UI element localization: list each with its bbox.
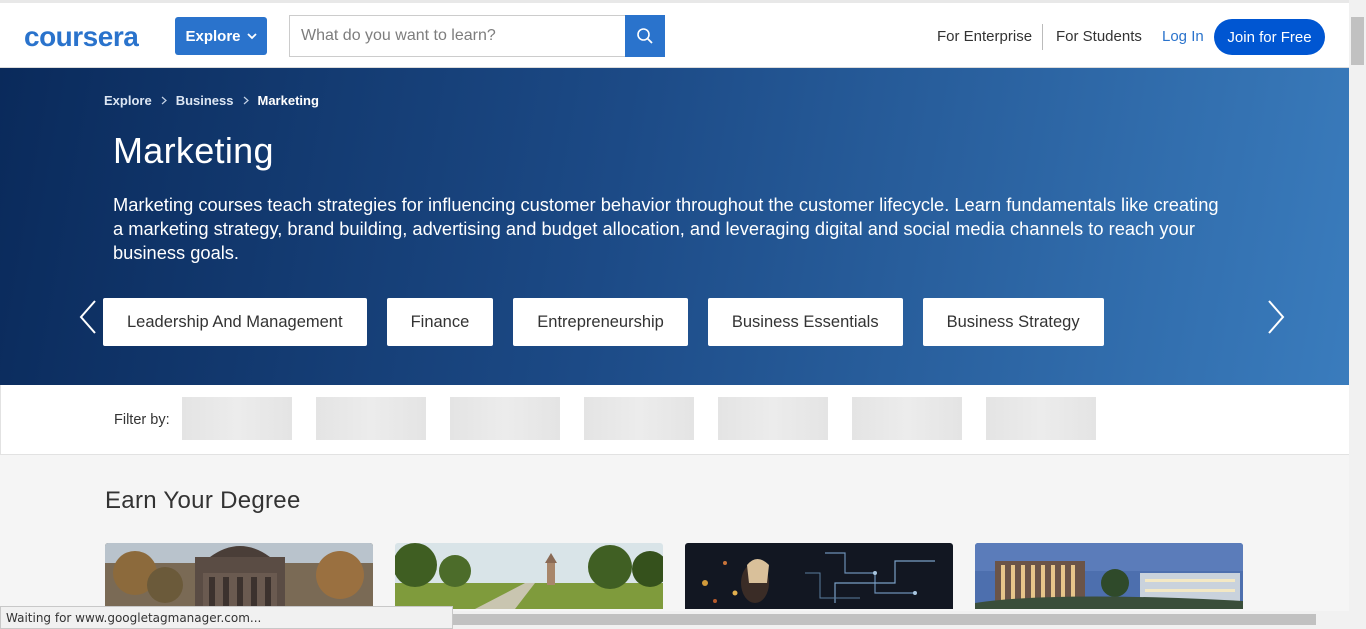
filter-placeholder [584,397,694,440]
nav-for-enterprise[interactable]: For Enterprise [937,17,1032,55]
modern-campus-night-image [975,543,1243,609]
filter-bar: Filter by: [0,385,1349,455]
join-for-free-button[interactable]: Join for Free [1214,19,1325,55]
horizontal-scrollbar-thumb[interactable] [453,614,1316,625]
page: coursera Explore For Enterprise For Stud… [0,0,1366,629]
degree-card-image[interactable] [685,543,953,609]
page-description: Marketing courses teach strategies for i… [113,194,1219,263]
filter-placeholder [718,397,828,440]
person-city-lights-image [685,543,953,609]
vertical-scrollbar[interactable] [1349,0,1366,611]
browser-status-bar: Waiting for www.googletagmanager.com... [0,606,453,629]
nav-divider [1042,24,1043,50]
degree-card-image[interactable] [105,543,373,609]
search-input[interactable] [289,15,625,57]
chevron-down-icon [246,32,257,39]
chevron-right-icon [243,94,249,108]
degree-card-image[interactable] [395,543,663,609]
filter-label: Filter by: [114,412,170,428]
vertical-scrollbar-thumb[interactable] [1351,17,1364,65]
hero-banner: Explore Business Marketing Marketing Mar… [0,68,1349,385]
page-title: Marketing [113,130,274,171]
explore-button[interactable]: Explore [175,17,267,55]
filter-placeholder [986,397,1096,440]
breadcrumb-marketing: Marketing [257,93,319,108]
chevron-right-icon [161,94,167,108]
explore-label: Explore [185,27,241,45]
search-icon [637,28,653,44]
filter-placeholder [182,397,292,440]
coursera-logo[interactable]: coursera [24,21,152,51]
top-header: coursera Explore For Enterprise For Stud… [0,0,1349,68]
arrow-left-icon [79,300,96,334]
carousel-prev-button[interactable] [76,297,100,337]
topic-chip-business-strategy[interactable]: Business Strategy [922,298,1104,346]
filter-placeholder [316,397,426,440]
topic-chip-finance[interactable]: Finance [386,298,494,346]
filter-placeholder [852,397,962,440]
nav-for-students[interactable]: For Students [1056,17,1142,55]
topic-chip-business-essentials[interactable]: Business Essentials [707,298,903,346]
campus-lawn-image [395,543,663,609]
breadcrumb: Explore Business Marketing [104,93,319,108]
log-in-link[interactable]: Log In [1162,17,1204,55]
topic-carousel: Leadership And Management Finance Entrep… [103,298,1104,346]
carousel-next-button[interactable] [1264,297,1288,337]
arrow-right-icon [1268,300,1285,334]
coursera-logo-mark: coursera [24,21,140,51]
topic-chip-entrepreneurship[interactable]: Entrepreneurship [513,298,688,346]
university-building-image [105,543,373,609]
filter-placeholder [450,397,560,440]
breadcrumb-explore[interactable]: Explore [104,93,152,108]
logo-text: coursera [24,21,139,51]
degree-card-image[interactable] [975,543,1243,609]
breadcrumb-business[interactable]: Business [176,93,234,108]
section-title-degrees: Earn Your Degree [105,487,301,514]
search-button[interactable] [625,15,665,57]
search-bar [289,15,665,57]
topic-chip-leadership-and-management[interactable]: Leadership And Management [103,298,367,346]
